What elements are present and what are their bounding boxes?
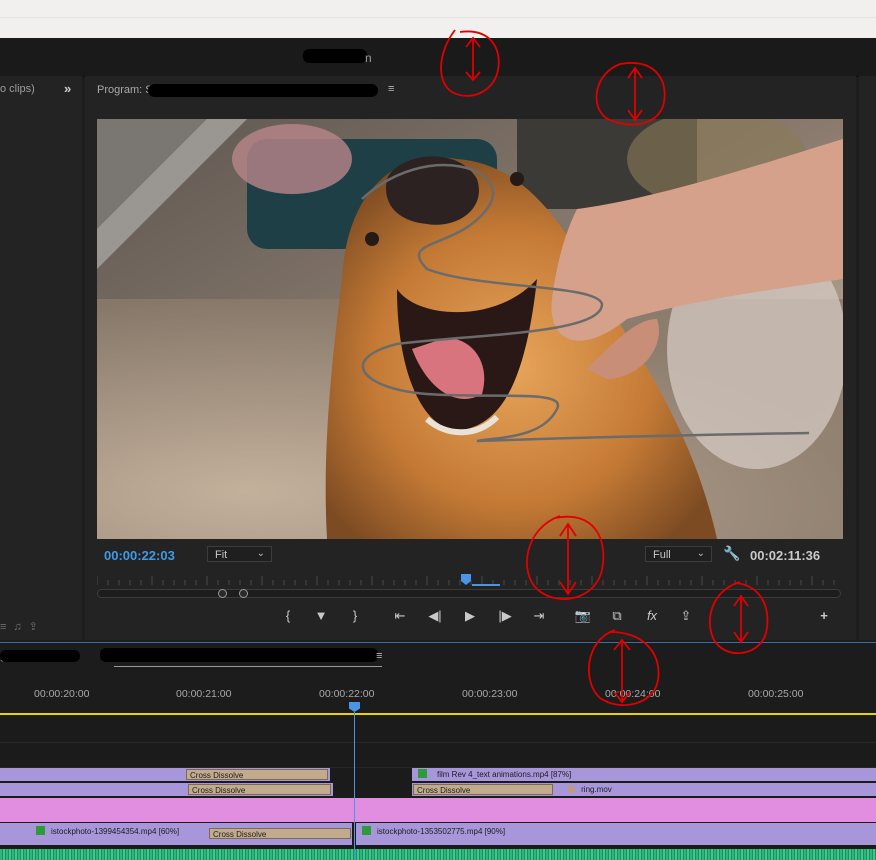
- fx-badge-icon: [362, 826, 371, 835]
- timeline-playhead-line: [354, 712, 355, 860]
- program-video-frame[interactable]: [97, 119, 843, 539]
- os-window-strip: [0, 0, 876, 38]
- ruler-label: 00:00:22:00: [319, 688, 375, 700]
- playback-resolution-value: Full: [653, 549, 671, 561]
- zoom-scroll-handle-left[interactable]: [218, 589, 227, 598]
- video-frame-image: [97, 119, 843, 539]
- redacted-sequence-tab[interactable]: [100, 648, 378, 662]
- export-icon[interactable]: ⇪: [675, 608, 697, 624]
- monitor-time-ruler[interactable]: [97, 573, 843, 587]
- audio-waveform[interactable]: [0, 849, 876, 860]
- mark-in-icon[interactable]: {: [277, 608, 299, 623]
- play-icon[interactable]: ▶: [459, 608, 481, 624]
- ruler-label: 00:00:25:00: [748, 688, 804, 700]
- redacted-tab-left: [0, 650, 80, 662]
- active-tab-underline: [114, 666, 382, 667]
- zoom-scroll-bar[interactable]: [97, 589, 841, 598]
- mark-out-icon[interactable]: }: [344, 608, 366, 623]
- timeline-clip[interactable]: film Rev 4_text animations.mp4 [87%]: [412, 768, 876, 781]
- step-back-icon[interactable]: ◀|: [424, 608, 446, 624]
- timeline-clip-adjustment[interactable]: [0, 798, 876, 822]
- transition-cross-dissolve[interactable]: Cross Dissolve: [188, 784, 331, 795]
- window-title-fragment: n: [365, 51, 372, 65]
- duration-timecode: 00:02:11:36: [750, 548, 821, 563]
- hamburger-menu-icon[interactable]: ≡: [388, 83, 394, 95]
- chevron-down-icon: ⌄: [256, 548, 265, 559]
- ruler-label: 00:00:24:00: [605, 688, 661, 700]
- clip-name: film Rev 4_text animations.mp4 [87%]: [437, 770, 572, 779]
- ruler-label: 00:00:20:00: [34, 688, 90, 700]
- transition-cross-dissolve[interactable]: Cross Dissolve: [413, 784, 553, 795]
- hamburger-menu-icon[interactable]: ≡: [376, 650, 382, 662]
- export-icon[interactable]: ⇪: [29, 621, 45, 633]
- clip-name: istockphoto-1353502775.mp4 [90%]: [377, 827, 506, 836]
- project-panel-toolbar: ≡♫⇪: [0, 620, 45, 633]
- clip-name: istockphoto-1399454354.mp4 [60%]: [51, 827, 180, 836]
- transition-cross-dissolve[interactable]: Cross Dissolve: [209, 828, 351, 839]
- comparison-view-icon[interactable]: ⧉: [606, 608, 628, 624]
- transport-controls: { ▼ } ⇤ ◀| ▶ |▶ ⇥ 📷 ⧉ fx ⇪ +: [97, 608, 843, 630]
- audio-icon[interactable]: ♫: [13, 621, 28, 633]
- ruler-label: 00:00:21:00: [176, 688, 232, 700]
- redacted-sequence-name: [148, 84, 378, 97]
- step-forward-icon[interactable]: |▶: [494, 608, 516, 624]
- timeline-ruler[interactable]: [0, 680, 876, 714]
- monitor-playhead-range: [472, 584, 500, 586]
- chevrons-right-icon[interactable]: »: [64, 81, 71, 96]
- ruler-label: 00:00:23:00: [462, 688, 518, 700]
- project-panel-tab[interactable]: o clips): [0, 83, 35, 95]
- zoom-level-select[interactable]: Fit ⌄: [207, 546, 272, 562]
- transition-cross-dissolve[interactable]: Cross Dissolve: [186, 769, 328, 780]
- zoom-level-value: Fit: [215, 549, 228, 561]
- zoom-scroll-handle-right[interactable]: [239, 589, 248, 598]
- fx-badge-icon: [36, 826, 45, 835]
- go-to-out-icon[interactable]: ⇥: [528, 608, 550, 624]
- wrench-icon[interactable]: 🔧: [723, 545, 740, 562]
- fx-badge-icon: fx: [568, 785, 576, 794]
- redacted-title: [303, 49, 367, 63]
- camera-icon[interactable]: 📷: [572, 608, 594, 624]
- chevron-down-icon: ⌄: [696, 548, 705, 559]
- timeline-clip[interactable]: istockphoto-1353502775.mp4 [90%]: [356, 823, 876, 845]
- add-button-icon[interactable]: +: [813, 608, 835, 623]
- right-panel-edge: [859, 76, 876, 640]
- monitor-playhead[interactable]: [461, 574, 471, 585]
- playback-resolution-select[interactable]: Full ⌄: [645, 546, 712, 562]
- app-title-bar: [0, 38, 876, 77]
- list-view-icon[interactable]: ≡: [0, 621, 13, 633]
- project-panel: [0, 76, 82, 640]
- clip-name: ring.mov: [581, 785, 612, 794]
- current-timecode[interactable]: 00:00:22:03: [104, 548, 175, 563]
- fx-icon[interactable]: fx: [641, 608, 663, 623]
- go-to-in-icon[interactable]: ⇤: [389, 608, 411, 624]
- add-marker-icon[interactable]: ▼: [310, 608, 332, 623]
- fx-badge-icon: [418, 769, 427, 778]
